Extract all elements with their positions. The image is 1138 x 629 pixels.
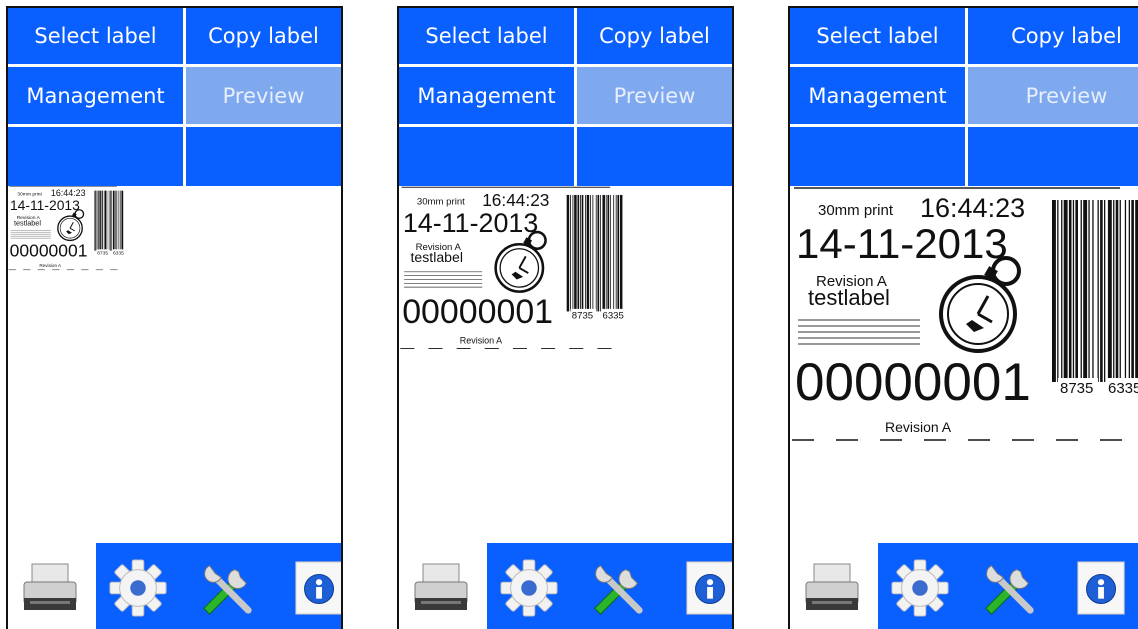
gear-icon[interactable]: [499, 557, 559, 619]
printer-icon[interactable]: [20, 557, 80, 619]
gear-icon[interactable]: [108, 557, 168, 619]
label-time: 16:44:23: [920, 193, 1025, 223]
label-footer-revision: Revision A: [39, 263, 62, 268]
label-date: 14-11-2013: [796, 220, 1008, 267]
label-preview[interactable]: 30mm print 16:44:23 14-11-2013 Revision …: [399, 186, 636, 368]
label-footer-revision: Revision A: [885, 419, 952, 435]
label-counter: 00000001: [795, 353, 1031, 412]
label-footer-revision: Revision A: [460, 335, 502, 345]
select-label-button[interactable]: Select label: [790, 8, 965, 64]
label-date: 14-11-2013: [10, 197, 80, 213]
label-name: testlabel: [411, 249, 463, 265]
preview-screen-small-zoom: Select label Copy label Management Previ…: [6, 6, 343, 629]
empty-menu-tile: [968, 127, 1138, 186]
tools-icon[interactable]: [196, 557, 256, 619]
label-header-text: 30mm print: [417, 197, 465, 208]
empty-menu-tile: [399, 127, 574, 186]
preview-button[interactable]: Preview: [186, 67, 341, 124]
info-icon[interactable]: [1072, 557, 1132, 619]
copy-label-button[interactable]: Copy label: [968, 8, 1138, 64]
empty-menu-tile: [790, 127, 965, 186]
menu-grid: Select label Copy label Management Previ…: [8, 8, 341, 186]
tools-icon[interactable]: [978, 557, 1038, 619]
svg-text:6335: 6335: [1108, 380, 1138, 397]
svg-text:8735: 8735: [1060, 380, 1093, 397]
label-preview[interactable]: 30mm print 16:44:23 14-11-2013 Revision …: [790, 186, 1138, 470]
management-button[interactable]: Management: [399, 67, 574, 124]
select-label-button[interactable]: Select label: [399, 8, 574, 64]
label-counter: 00000001: [10, 241, 88, 261]
label-name: testlabel: [808, 285, 890, 310]
management-button[interactable]: Management: [790, 67, 965, 124]
preview-screen-medium-zoom: Select label Copy label Management Previ…: [397, 6, 734, 629]
label-preview[interactable]: 30mm print 16:44:23 14-11-2013 Revision …: [8, 186, 131, 280]
management-button[interactable]: Management: [8, 67, 183, 124]
svg-text:8735: 8735: [97, 250, 108, 256]
printer-icon[interactable]: [802, 557, 862, 619]
empty-menu-tile: [8, 127, 183, 186]
copy-label-button[interactable]: Copy label: [186, 8, 341, 64]
svg-text:8735: 8735: [572, 310, 593, 321]
menu-grid: Select label Copy label Management Previ…: [790, 8, 1138, 186]
label-time: 16:44:23: [482, 190, 549, 210]
preview-button[interactable]: Preview: [577, 67, 732, 124]
tools-icon[interactable]: [587, 557, 647, 619]
svg-text:6335: 6335: [603, 310, 624, 321]
empty-menu-tile: [577, 127, 732, 186]
label-date: 14-11-2013: [403, 208, 538, 238]
select-label-button[interactable]: Select label: [8, 8, 183, 64]
label-name: testlabel: [14, 218, 41, 227]
copy-label-button[interactable]: Copy label: [577, 8, 732, 64]
label-header-text: 30mm print: [818, 202, 894, 219]
info-icon[interactable]: [681, 557, 732, 619]
preview-screen-full-zoom: Select label Copy label Management Previ…: [788, 6, 1138, 629]
printer-icon[interactable]: [411, 557, 471, 619]
svg-text:6335: 6335: [113, 250, 124, 256]
empty-menu-tile: [186, 127, 341, 186]
label-counter: 00000001: [402, 293, 553, 331]
gear-icon[interactable]: [890, 557, 950, 619]
info-icon[interactable]: [290, 557, 341, 619]
menu-grid: Select label Copy label Management Previ…: [399, 8, 732, 186]
preview-button[interactable]: Preview: [968, 67, 1138, 124]
